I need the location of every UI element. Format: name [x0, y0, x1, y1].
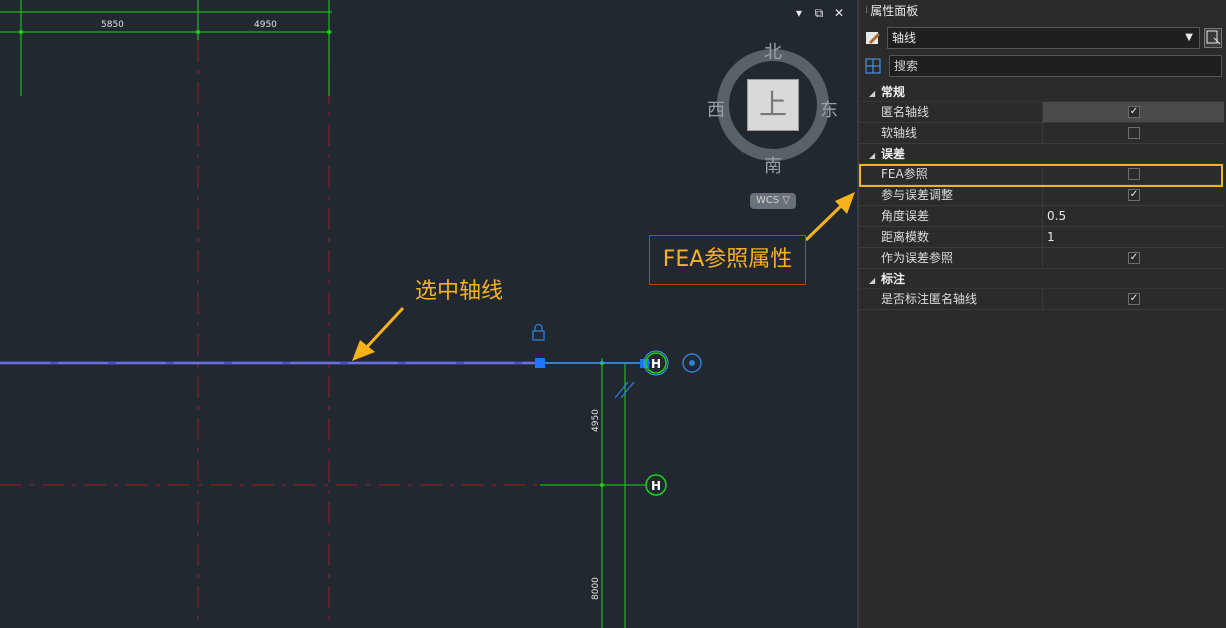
view-cube[interactable]: 北 西 东 南 上 WCS ▽ — [700, 36, 846, 216]
object-type-select[interactable]: 轴线 ▼ — [887, 27, 1200, 49]
compass-east[interactable]: 东 — [820, 96, 838, 122]
panel-title-bar[interactable]: ⁞ 属性面板 — [859, 0, 1226, 22]
compass-west[interactable]: 西 — [707, 96, 725, 122]
property-row[interactable]: 匿名轴线 ✓ — [859, 102, 1224, 123]
grid-view-icon[interactable] — [863, 56, 883, 76]
dim-text-4950: 4950 — [254, 20, 277, 30]
chevron-down-icon: ▼ — [1185, 32, 1193, 43]
property-row[interactable]: 参与误差调整 ✓ — [859, 185, 1224, 206]
category-general[interactable]: ◢ 常规 — [859, 82, 1224, 102]
close-icon[interactable]: ✕ — [832, 6, 846, 20]
category-annotation[interactable]: ◢ 标注 — [859, 269, 1224, 289]
grip-handle — [535, 358, 545, 368]
compass-north[interactable]: 北 — [764, 38, 782, 64]
selected-axis-line[interactable] — [0, 358, 650, 368]
search-input[interactable]: 搜索 — [889, 55, 1222, 77]
grip-icon[interactable]: ⁞ — [865, 0, 869, 22]
svg-text:H: H — [651, 479, 661, 493]
collapse-triangle-icon: ◢ — [869, 276, 876, 285]
checkbox-soft-axis[interactable] — [1128, 127, 1140, 139]
axis-bubble-bottom[interactable]: H — [645, 474, 667, 496]
checkbox-tolerance-adjust[interactable]: ✓ — [1128, 189, 1140, 201]
property-row[interactable]: 是否标注匿名轴线 ✓ — [859, 289, 1224, 310]
property-grid: ◢ 常规 匿名轴线 ✓ 软轴线 ◢ 误差 FEA参照 参与误差调整 ✓ 角度误差 0… — [859, 82, 1224, 310]
compass-south[interactable]: 南 — [764, 152, 782, 178]
annotation-fea-callout: FEA参照属性 — [649, 235, 806, 285]
collapse-triangle-icon: ◢ — [869, 151, 876, 160]
collapse-triangle-icon: ◢ — [869, 89, 876, 98]
annotation-selected-axis: 选中轴线 — [415, 279, 504, 304]
property-row[interactable]: 距离模数 1 — [859, 227, 1224, 248]
property-row[interactable]: 作为误差参照 ✓ — [859, 248, 1224, 269]
dim-text-5850: 5850 — [101, 20, 124, 30]
distance-modulus-value[interactable]: 1 — [1043, 227, 1224, 247]
category-tolerance[interactable]: ◢ 误差 — [859, 144, 1224, 164]
checkbox-fea-reference[interactable] — [1128, 168, 1140, 180]
object-type-icon — [863, 28, 883, 48]
restore-icon[interactable]: ⧉ — [812, 6, 826, 21]
panel-title: 属性面板 — [870, 4, 919, 18]
wcs-button[interactable]: WCS ▽ — [750, 193, 796, 209]
checkbox-anonymous-axis[interactable]: ✓ — [1128, 106, 1140, 118]
target-icon[interactable] — [682, 353, 702, 373]
arrow-selected-axis — [352, 306, 405, 361]
view-cube-top-face[interactable]: 上 — [747, 79, 799, 131]
svg-text:H: H — [651, 357, 661, 371]
properties-panel: ⁞ 属性面板 轴线 ▼ 搜索 ◢ 常规 匿名轴线 ✓ 软轴线 ◢ 误差 FEA参… — [857, 0, 1226, 628]
checkbox-annotate-anonymous-axis[interactable]: ✓ — [1128, 293, 1140, 305]
quick-select-button[interactable] — [1204, 28, 1222, 48]
checkbox-as-tolerance-reference[interactable]: ✓ — [1128, 252, 1140, 264]
property-row[interactable]: FEA参照 — [859, 164, 1224, 185]
angle-tolerance-value[interactable]: 0.5 — [1043, 206, 1224, 226]
cad-canvas[interactable]: 5850 4950 4950 8000 H H ▾ ⧉ ✕ 北 西 东 南 上 … — [0, 0, 857, 628]
property-row[interactable]: 软轴线 — [859, 123, 1224, 144]
pin-icon[interactable]: ▾ — [792, 6, 806, 20]
lock-icon[interactable] — [532, 323, 545, 341]
property-row[interactable]: 角度误差 0.5 — [859, 206, 1224, 227]
dim-text-vertical-1: 4950 — [591, 409, 601, 432]
dim-text-vertical-2: 8000 — [591, 577, 601, 600]
